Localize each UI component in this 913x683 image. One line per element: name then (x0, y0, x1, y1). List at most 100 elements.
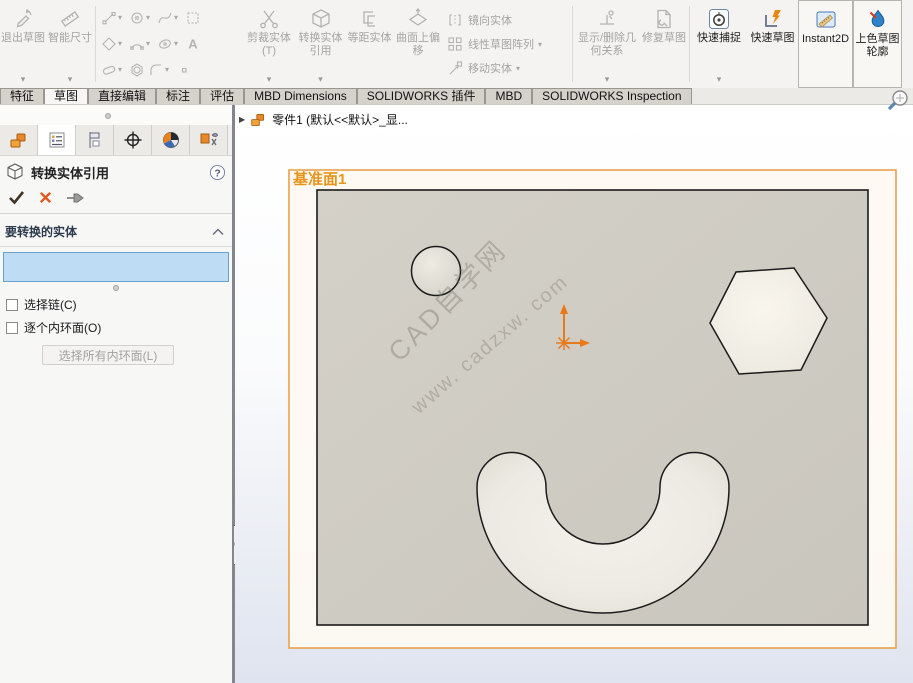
hexagon-circle-icon (127, 61, 146, 80)
mirror-entities-button[interactable]: 镜向实体 (445, 10, 569, 30)
repair-sketch-button[interactable]: 修复草图 (640, 0, 688, 88)
tab-dimxpert-manager[interactable] (114, 125, 152, 155)
help-icon[interactable]: ? (209, 164, 226, 181)
command-manager-ribbon: 退出草图 ▾ 智能尺寸 ▾ ▾ ▾ (0, 0, 913, 88)
configuration-manager-icon (85, 130, 105, 150)
circumscribed-polygon-tool-button[interactable] (127, 61, 146, 80)
linear-pattern-dropdown[interactable]: ▾ (538, 40, 542, 49)
trim-entities-button[interactable]: 剪裁实体(T) ▾ (243, 0, 295, 88)
linear-sketch-pattern-button[interactable]: 线性草图阵列 ▾ (445, 34, 569, 54)
circle-tool-button[interactable]: ▾ (127, 9, 155, 28)
entities-selection-listbox[interactable] (3, 252, 229, 282)
fillet-tool-button[interactable]: ▾ (146, 61, 174, 80)
exit-sketch-dropdown[interactable]: ▾ (21, 75, 26, 88)
trim-entities-dropdown[interactable]: ▾ (267, 75, 272, 88)
shaded-sketch-contours-button[interactable]: 上色草图轮廓 (853, 0, 902, 88)
arc-tool-button[interactable]: ▾ (127, 35, 155, 54)
splitter-grip-dot[interactable] (113, 285, 119, 291)
tab-features[interactable]: 特征 (0, 88, 44, 104)
tree-expand-arrow[interactable]: ▶ (239, 115, 245, 124)
inner-loops-option[interactable]: 逐个内环面(O) (2, 316, 232, 339)
offset-entities-button[interactable]: 等距实体 (346, 0, 393, 88)
tab-sketch[interactable]: 草图 (44, 88, 88, 104)
select-chain-option[interactable]: 选择链(C) (2, 293, 232, 316)
slot-icon (99, 61, 118, 80)
rapid-sketch-label: 快速草图 (747, 32, 798, 45)
svg-text:A: A (188, 37, 198, 52)
part-tree-label[interactable]: 零件1 (默认<<默认>_显... (272, 111, 408, 128)
instant2d-button[interactable]: Instant2D (798, 0, 853, 88)
fillet-dropdown[interactable]: ▾ (165, 66, 174, 74)
ellipse-tool-button[interactable]: ▾ (155, 35, 183, 54)
graphics-area[interactable]: 基准面1 CAD自学网 www. cadzxw. com (235, 105, 913, 683)
tab-solidworks-addins[interactable]: SOLIDWORKS 插件 (357, 88, 486, 104)
polygon-tool-button[interactable]: ▾ (99, 35, 127, 54)
arc-dropdown[interactable]: ▾ (146, 40, 155, 48)
line-icon (99, 9, 118, 28)
tab-markup[interactable]: 标注 (156, 88, 200, 104)
convert-entities-icon (310, 5, 332, 32)
tab-direct-editing[interactable]: 直接编辑 (88, 88, 156, 104)
select-chain-label: 选择链(C) (24, 296, 77, 313)
convert-entities-button[interactable]: 转换实体引用 ▾ (295, 0, 346, 88)
tab-feature-manager-tree[interactable] (0, 125, 38, 155)
quick-snaps-button[interactable]: 快速捕捉 ▾ (691, 0, 747, 88)
move-entities-button[interactable]: 移动实体 ▾ (445, 58, 569, 78)
tab-display-manager[interactable] (152, 125, 190, 155)
display-relations-dropdown[interactable]: ▾ (605, 75, 610, 88)
move-entities-dropdown[interactable]: ▾ (516, 64, 520, 73)
line-dropdown[interactable]: ▾ (118, 14, 127, 22)
property-manager-actions (0, 185, 232, 214)
inner-loops-label: 逐个内环面(O) (24, 319, 101, 336)
smart-dimension-icon (59, 5, 81, 32)
exit-sketch-button[interactable]: 退出草图 ▾ (0, 0, 46, 88)
point-tool-button[interactable] (174, 61, 193, 80)
magnifier-icon[interactable] (884, 88, 913, 116)
tab-cam-addin[interactable] (190, 125, 228, 155)
polygon-dropdown[interactable]: ▾ (118, 40, 127, 48)
ellipse-dropdown[interactable]: ▾ (174, 40, 183, 48)
spline-dropdown[interactable]: ▾ (174, 14, 183, 22)
tab-property-manager[interactable] (38, 125, 76, 155)
slot-dropdown[interactable]: ▾ (118, 66, 127, 74)
quick-snaps-icon (708, 5, 730, 32)
spline-tool-button[interactable]: ▾ (155, 9, 183, 28)
svg-text:?: ? (214, 168, 220, 179)
model-view[interactable]: 基准面1 CAD自学网 www. cadzxw. com (235, 105, 913, 683)
pin-button[interactable] (66, 191, 84, 205)
property-manager-panel: 转换实体引用 ? 要转换的实体 选择链(C) (0, 105, 232, 683)
repair-sketch-label: 修复草图 (640, 32, 688, 45)
slot-tool-button[interactable]: ▾ (99, 61, 127, 80)
smart-dimension-dropdown[interactable]: ▾ (68, 75, 73, 88)
display-manager-icon (161, 130, 181, 150)
inner-loops-checkbox[interactable] (6, 322, 18, 334)
chevron-up-icon[interactable] (212, 228, 224, 236)
quick-snaps-dropdown[interactable]: ▾ (717, 75, 722, 88)
selection-box-splitter[interactable] (0, 282, 232, 293)
rapid-sketch-button[interactable]: 快速草图 (747, 0, 798, 88)
offset-on-surface-button[interactable]: 曲面上偏移 (393, 0, 443, 88)
select-chain-checkbox[interactable] (6, 299, 18, 311)
tab-evaluate[interactable]: 评估 (200, 88, 244, 104)
convert-entities-dropdown[interactable]: ▾ (318, 75, 323, 88)
rectangle-icon (183, 9, 202, 28)
display-delete-relations-button[interactable]: 显示/删除几何关系 ▾ (574, 0, 640, 88)
splitter-grip-dot[interactable] (105, 113, 111, 119)
mirror-entities-icon (445, 11, 464, 30)
ok-button[interactable] (8, 190, 25, 205)
corner-rectangle-tool-button[interactable] (183, 9, 202, 28)
spline-icon (155, 9, 174, 28)
line-tool-button[interactable]: ▾ (99, 9, 127, 28)
tab-mbd[interactable]: MBD (485, 88, 532, 104)
smart-dimension-button[interactable]: 智能尺寸 ▾ (46, 0, 94, 88)
panel-top-splitter[interactable] (0, 105, 232, 125)
select-all-inner-loops-button[interactable]: 选择所有内环面(L) (42, 345, 174, 365)
cancel-button[interactable] (38, 190, 53, 205)
tab-configuration-manager[interactable] (76, 125, 114, 155)
tab-solidworks-inspection[interactable]: SOLIDWORKS Inspection (532, 88, 691, 104)
part-icon (250, 111, 267, 128)
circle-dropdown[interactable]: ▾ (146, 14, 155, 22)
solidworks-window: 退出草图 ▾ 智能尺寸 ▾ ▾ ▾ (0, 0, 913, 683)
text-tool-button[interactable]: A (183, 35, 202, 54)
tab-mbd-dimensions[interactable]: MBD Dimensions (244, 88, 357, 104)
